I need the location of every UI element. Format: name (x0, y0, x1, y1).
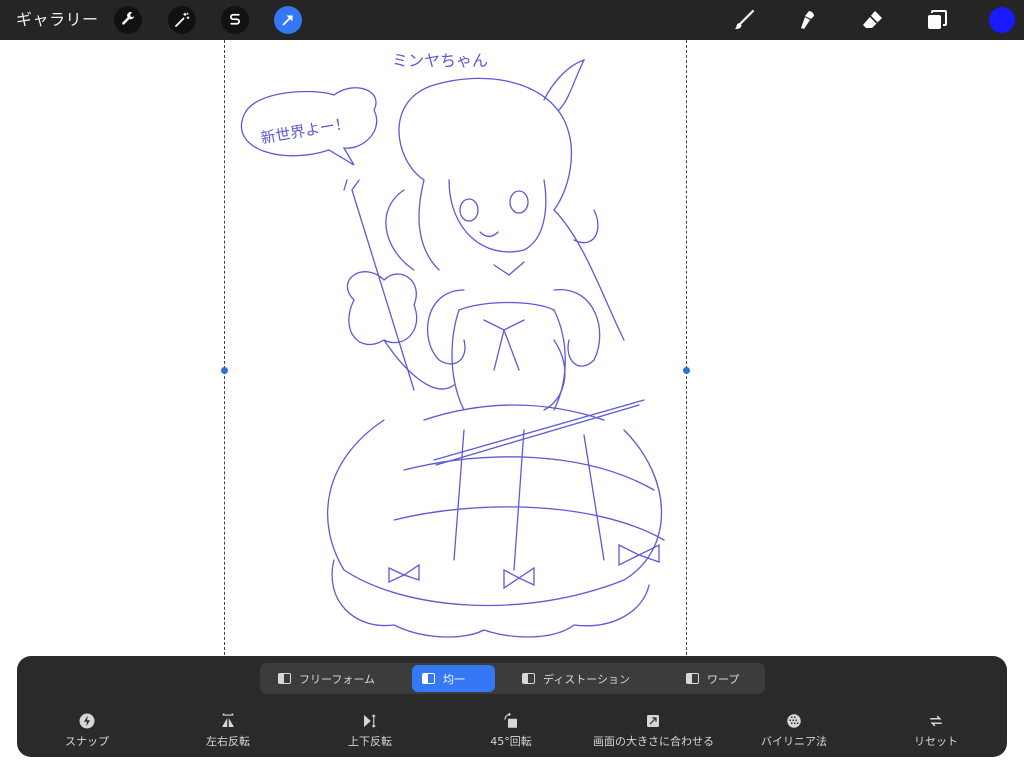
transform-handle-left[interactable] (221, 367, 228, 374)
bilinear-button[interactable]: バイリニア法 (734, 710, 854, 749)
tool-label: スナップ (65, 735, 109, 748)
flip-horizontal-button[interactable]: 左右反転 (168, 710, 288, 749)
layers-button[interactable] (924, 7, 950, 33)
selection-border-left (224, 40, 225, 660)
warp-icon (686, 673, 699, 684)
reset-button[interactable]: リセット (876, 710, 996, 749)
gallery-button[interactable]: ギャラリー (16, 0, 99, 40)
sketch-drawing: ミンヤちゃん 新世界よー！ (241, 51, 665, 638)
snap-button[interactable]: スナップ (27, 710, 147, 749)
actions-button[interactable] (114, 6, 142, 34)
eraser-icon (863, 11, 882, 28)
tool-label: 上下反転 (348, 735, 392, 748)
tool-label: バイリニア法 (761, 735, 827, 748)
brush-button[interactable] (731, 7, 757, 33)
flip-vertical-button[interactable]: 上下反転 (310, 710, 430, 749)
sketch-text-title: ミンヤちゃん (392, 51, 488, 70)
transform-button[interactable] (274, 6, 302, 34)
mode-label: ワープ (707, 672, 740, 686)
bilinear-icon (787, 714, 801, 728)
adjustments-button[interactable] (168, 6, 196, 34)
rotate-45-button[interactable]: 45°回転 (451, 710, 571, 749)
wrench-icon (122, 12, 135, 25)
distort-icon (522, 673, 535, 684)
fit-to-screen-button[interactable]: 画面の大きさに合わせる (593, 710, 714, 749)
top-toolbar: ギャラリー (0, 0, 1024, 40)
flip-horizontal-icon (222, 713, 234, 727)
mode-uniform[interactable]: 均一 (412, 665, 495, 692)
smudge-icon (801, 11, 814, 29)
tool-label: リセット (914, 735, 958, 748)
transform-arrow-icon (282, 15, 293, 26)
tool-label: 画面の大きさに合わせる (593, 735, 714, 748)
fit-to-screen-icon (647, 715, 659, 727)
selection-border-right (686, 40, 687, 660)
magic-wand-icon (175, 12, 190, 27)
mode-label: ディストーション (543, 672, 631, 686)
uniform-icon (422, 673, 435, 684)
snap-bolt-icon (79, 713, 95, 729)
tool-label: 45°回転 (490, 735, 532, 748)
flip-vertical-icon (364, 714, 376, 728)
mode-label: 均一 (443, 672, 465, 686)
mode-freeform[interactable]: フリーフォーム (268, 665, 400, 692)
transform-handle-right[interactable] (683, 367, 690, 374)
rotate-45-icon (504, 712, 517, 728)
tool-label: 左右反転 (206, 735, 250, 748)
layers-icon (928, 10, 947, 29)
brush-icon (734, 9, 755, 30)
color-swatch[interactable] (989, 7, 1015, 33)
sketch-text-bubble: 新世界よー！ (259, 114, 351, 147)
selection-button[interactable] (221, 6, 249, 34)
eraser-button[interactable] (860, 7, 886, 33)
selection-s-icon (230, 13, 240, 25)
mode-label: フリーフォーム (299, 672, 376, 686)
freeform-icon (278, 673, 291, 684)
mode-distort[interactable]: ディストーション (512, 665, 652, 692)
smudge-button[interactable] (795, 7, 821, 33)
mode-warp[interactable]: ワープ (676, 665, 756, 692)
reset-icon (930, 715, 942, 727)
